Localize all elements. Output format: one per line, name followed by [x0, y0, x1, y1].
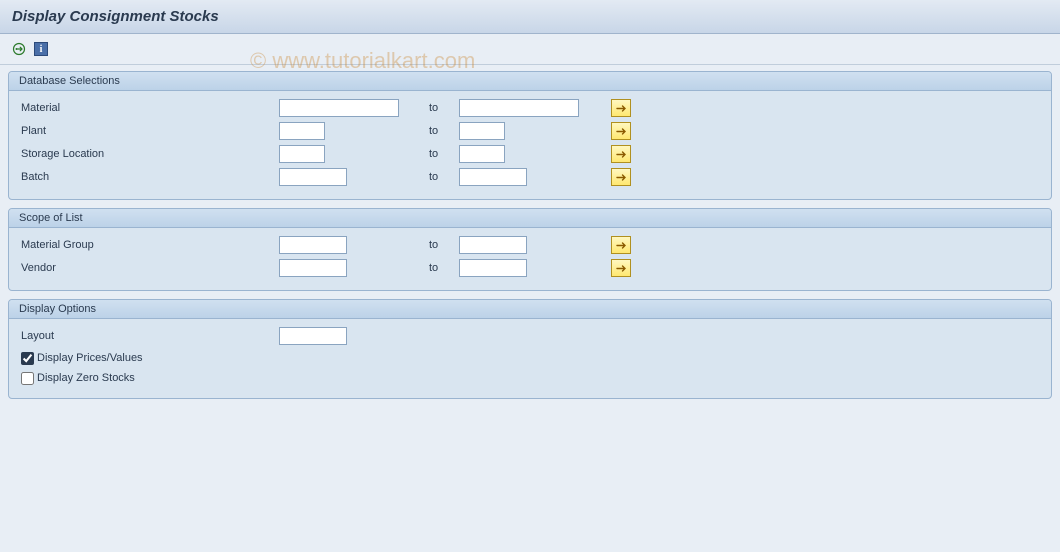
field-label: Material Group — [19, 239, 279, 251]
checkbox-label: Display Prices/Values — [37, 352, 143, 364]
checkbox-row-zero-stocks: Display Zero Stocks — [19, 368, 1041, 388]
field-label: Batch — [19, 171, 279, 183]
groupbox-display-options: Display Options Layout Display Prices/Va… — [8, 299, 1052, 399]
batch-to-input[interactable] — [459, 168, 527, 186]
page-title: Display Consignment Stocks — [0, 0, 1060, 34]
checkbox-row-prices-values: Display Prices/Values — [19, 348, 1041, 368]
groupbox-header: Database Selections — [9, 72, 1051, 91]
batch-multi-button[interactable] — [611, 168, 631, 186]
groupbox-scope-of-list: Scope of List Material Group to Vendor t… — [8, 208, 1052, 291]
info-icon[interactable]: i — [32, 40, 50, 58]
material-group-multi-button[interactable] — [611, 236, 631, 254]
field-row-vendor: Vendor to — [19, 257, 1041, 279]
field-row-layout: Layout — [19, 325, 1041, 347]
to-label: to — [429, 102, 459, 114]
checkbox-label: Display Zero Stocks — [37, 372, 135, 384]
to-label: to — [429, 171, 459, 183]
to-label: to — [429, 262, 459, 274]
field-row-storage-location: Storage Location to — [19, 143, 1041, 165]
field-row-material-group: Material Group to — [19, 234, 1041, 256]
field-label: Storage Location — [19, 148, 279, 160]
to-label: to — [429, 125, 459, 137]
groupbox-header: Scope of List — [9, 209, 1051, 228]
vendor-from-input[interactable] — [279, 259, 347, 277]
field-row-plant: Plant to — [19, 120, 1041, 142]
field-label: Vendor — [19, 262, 279, 274]
field-row-material: Material to — [19, 97, 1041, 119]
groupbox-database-selections: Database Selections Material to Plant to — [8, 71, 1052, 200]
to-label: to — [429, 148, 459, 160]
display-prices-values-checkbox[interactable] — [21, 352, 34, 365]
plant-from-input[interactable] — [279, 122, 325, 140]
field-label: Material — [19, 102, 279, 114]
field-row-batch: Batch to — [19, 166, 1041, 188]
material-group-from-input[interactable] — [279, 236, 347, 254]
material-multi-button[interactable] — [611, 99, 631, 117]
vendor-multi-button[interactable] — [611, 259, 631, 277]
toolbar: i — [0, 34, 1060, 65]
material-group-to-input[interactable] — [459, 236, 527, 254]
to-label: to — [429, 239, 459, 251]
storage-location-from-input[interactable] — [279, 145, 325, 163]
storage-location-multi-button[interactable] — [611, 145, 631, 163]
field-label: Plant — [19, 125, 279, 137]
vendor-to-input[interactable] — [459, 259, 527, 277]
material-to-input[interactable] — [459, 99, 579, 117]
batch-from-input[interactable] — [279, 168, 347, 186]
groupbox-header: Display Options — [9, 300, 1051, 319]
storage-location-to-input[interactable] — [459, 145, 505, 163]
execute-icon[interactable] — [10, 40, 28, 58]
layout-input[interactable] — [279, 327, 347, 345]
material-from-input[interactable] — [279, 99, 399, 117]
field-label: Layout — [19, 330, 279, 342]
display-zero-stocks-checkbox[interactable] — [21, 372, 34, 385]
plant-to-input[interactable] — [459, 122, 505, 140]
plant-multi-button[interactable] — [611, 122, 631, 140]
